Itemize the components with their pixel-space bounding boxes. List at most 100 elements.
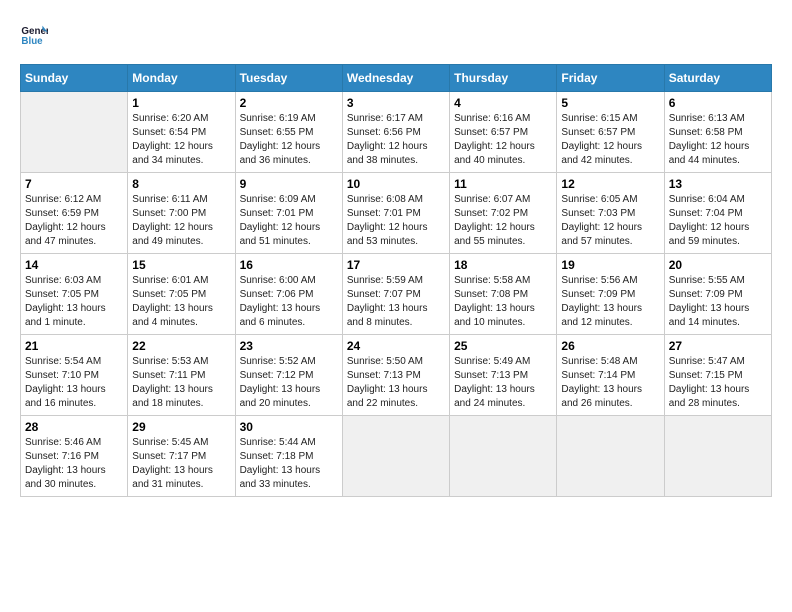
day-number: 9 — [240, 177, 338, 191]
day-info: Sunrise: 5:44 AM Sunset: 7:18 PM Dayligh… — [240, 436, 338, 492]
calendar-cell — [450, 416, 557, 497]
day-number: 21 — [25, 339, 123, 353]
day-info: Sunrise: 5:48 AM Sunset: 7:14 PM Dayligh… — [561, 355, 659, 411]
day-number: 3 — [347, 96, 445, 110]
svg-text:Blue: Blue — [21, 36, 43, 47]
calendar-cell: 5 Sunrise: 6:15 AM Sunset: 6:57 PM Daylig… — [557, 92, 664, 173]
week-row-1: 1 Sunrise: 6:20 AM Sunset: 6:54 PM Daylig… — [21, 92, 772, 173]
day-info: Sunrise: 6:15 AM Sunset: 6:57 PM Dayligh… — [561, 112, 659, 168]
day-info: Sunrise: 6:04 AM Sunset: 7:04 PM Dayligh… — [669, 193, 767, 249]
day-number: 8 — [132, 177, 230, 191]
day-number: 28 — [25, 420, 123, 434]
day-info: Sunrise: 5:58 AM Sunset: 7:08 PM Dayligh… — [454, 274, 552, 330]
week-row-3: 14 Sunrise: 6:03 AM Sunset: 7:05 PM Dayli… — [21, 254, 772, 335]
day-number: 1 — [132, 96, 230, 110]
calendar-cell: 1 Sunrise: 6:20 AM Sunset: 6:54 PM Daylig… — [128, 92, 235, 173]
day-number: 6 — [669, 96, 767, 110]
calendar-cell — [557, 416, 664, 497]
day-number: 4 — [454, 96, 552, 110]
logo-icon: General Blue — [20, 20, 48, 48]
day-number: 17 — [347, 258, 445, 272]
calendar-cell: 27 Sunrise: 5:47 AM Sunset: 7:15 PM Dayli… — [664, 335, 771, 416]
calendar-cell: 6Sunrise: 6:13 AM Sunset: 6:58 PM Daylig… — [664, 92, 771, 173]
day-info: Sunrise: 6:01 AM Sunset: 7:05 PM Dayligh… — [132, 274, 230, 330]
calendar-cell — [664, 416, 771, 497]
day-info: Sunrise: 5:47 AM Sunset: 7:15 PM Dayligh… — [669, 355, 767, 411]
calendar-body: 1 Sunrise: 6:20 AM Sunset: 6:54 PM Daylig… — [21, 92, 772, 497]
day-info: Sunrise: 6:08 AM Sunset: 7:01 PM Dayligh… — [347, 193, 445, 249]
day-number: 23 — [240, 339, 338, 353]
day-info: Sunrise: 6:03 AM Sunset: 7:05 PM Dayligh… — [25, 274, 123, 330]
calendar-cell: 12Sunrise: 6:05 AM Sunset: 7:03 PM Dayli… — [557, 173, 664, 254]
week-row-4: 21Sunrise: 5:54 AM Sunset: 7:10 PM Dayli… — [21, 335, 772, 416]
calendar-cell: 10Sunrise: 6:08 AM Sunset: 7:01 PM Dayli… — [342, 173, 449, 254]
calendar-cell: 8 Sunrise: 6:11 AM Sunset: 7:00 PM Daylig… — [128, 173, 235, 254]
day-info: Sunrise: 6:19 AM Sunset: 6:55 PM Dayligh… — [240, 112, 338, 168]
calendar-table: SundayMondayTuesdayWednesdayThursdayFrid… — [20, 64, 772, 497]
header-cell-friday: Friday — [557, 65, 664, 92]
day-info: Sunrise: 6:11 AM Sunset: 7:00 PM Dayligh… — [132, 193, 230, 249]
day-info: Sunrise: 5:53 AM Sunset: 7:11 PM Dayligh… — [132, 355, 230, 411]
calendar-cell: 16 Sunrise: 6:00 AM Sunset: 7:06 PM Dayli… — [235, 254, 342, 335]
calendar-cell: 7 Sunrise: 6:12 AM Sunset: 6:59 PM Daylig… — [21, 173, 128, 254]
day-info: Sunrise: 6:07 AM Sunset: 7:02 PM Dayligh… — [454, 193, 552, 249]
header-cell-monday: Monday — [128, 65, 235, 92]
day-info: Sunrise: 5:56 AM Sunset: 7:09 PM Dayligh… — [561, 274, 659, 330]
calendar-cell: 21Sunrise: 5:54 AM Sunset: 7:10 PM Dayli… — [21, 335, 128, 416]
day-number: 16 — [240, 258, 338, 272]
day-info: Sunrise: 5:49 AM Sunset: 7:13 PM Dayligh… — [454, 355, 552, 411]
day-info: Sunrise: 6:20 AM Sunset: 6:54 PM Dayligh… — [132, 112, 230, 168]
day-number: 19 — [561, 258, 659, 272]
calendar-cell: 24Sunrise: 5:50 AM Sunset: 7:13 PM Dayli… — [342, 335, 449, 416]
day-number: 11 — [454, 177, 552, 191]
header-cell-sunday: Sunday — [21, 65, 128, 92]
day-number: 24 — [347, 339, 445, 353]
day-info: Sunrise: 6:00 AM Sunset: 7:06 PM Dayligh… — [240, 274, 338, 330]
calendar-cell: 18 Sunrise: 5:58 AM Sunset: 7:08 PM Dayli… — [450, 254, 557, 335]
page-header: General Blue — [20, 20, 772, 48]
calendar-cell: 14 Sunrise: 6:03 AM Sunset: 7:05 PM Dayli… — [21, 254, 128, 335]
day-number: 27 — [669, 339, 767, 353]
day-number: 14 — [25, 258, 123, 272]
day-number: 29 — [132, 420, 230, 434]
calendar-cell: 3 Sunrise: 6:17 AM Sunset: 6:56 PM Daylig… — [342, 92, 449, 173]
calendar-cell: 15 Sunrise: 6:01 AM Sunset: 7:05 PM Dayli… — [128, 254, 235, 335]
day-info: Sunrise: 6:16 AM Sunset: 6:57 PM Dayligh… — [454, 112, 552, 168]
day-info: Sunrise: 6:12 AM Sunset: 6:59 PM Dayligh… — [25, 193, 123, 249]
day-number: 20 — [669, 258, 767, 272]
calendar-cell: 29 Sunrise: 5:45 AM Sunset: 7:17 PM Dayli… — [128, 416, 235, 497]
day-info: Sunrise: 6:09 AM Sunset: 7:01 PM Dayligh… — [240, 193, 338, 249]
day-number: 5 — [561, 96, 659, 110]
header-cell-tuesday: Tuesday — [235, 65, 342, 92]
calendar-cell: 2 Sunrise: 6:19 AM Sunset: 6:55 PM Daylig… — [235, 92, 342, 173]
calendar-cell — [342, 416, 449, 497]
calendar-cell: 13 Sunrise: 6:04 AM Sunset: 7:04 PM Dayli… — [664, 173, 771, 254]
calendar-cell: 26 Sunrise: 5:48 AM Sunset: 7:14 PM Dayli… — [557, 335, 664, 416]
day-number: 25 — [454, 339, 552, 353]
day-number: 12 — [561, 177, 659, 191]
day-number: 13 — [669, 177, 767, 191]
calendar-cell: 25 Sunrise: 5:49 AM Sunset: 7:13 PM Dayli… — [450, 335, 557, 416]
calendar-cell: 11 Sunrise: 6:07 AM Sunset: 7:02 PM Dayli… — [450, 173, 557, 254]
day-number: 2 — [240, 96, 338, 110]
day-info: Sunrise: 5:59 AM Sunset: 7:07 PM Dayligh… — [347, 274, 445, 330]
day-number: 26 — [561, 339, 659, 353]
day-info: Sunrise: 5:46 AM Sunset: 7:16 PM Dayligh… — [25, 436, 123, 492]
day-number: 18 — [454, 258, 552, 272]
calendar-cell: 4 Sunrise: 6:16 AM Sunset: 6:57 PM Daylig… — [450, 92, 557, 173]
day-number: 15 — [132, 258, 230, 272]
header-cell-thursday: Thursday — [450, 65, 557, 92]
day-number: 30 — [240, 420, 338, 434]
calendar-header: SundayMondayTuesdayWednesdayThursdayFrid… — [21, 65, 772, 92]
calendar-cell: 28 Sunrise: 5:46 AM Sunset: 7:16 PM Dayli… — [21, 416, 128, 497]
calendar-cell: 22Sunrise: 5:53 AM Sunset: 7:11 PM Dayli… — [128, 335, 235, 416]
day-info: Sunrise: 5:45 AM Sunset: 7:17 PM Dayligh… — [132, 436, 230, 492]
week-row-2: 7 Sunrise: 6:12 AM Sunset: 6:59 PM Daylig… — [21, 173, 772, 254]
day-info: Sunrise: 6:17 AM Sunset: 6:56 PM Dayligh… — [347, 112, 445, 168]
day-info: Sunrise: 5:52 AM Sunset: 7:12 PM Dayligh… — [240, 355, 338, 411]
day-number: 7 — [25, 177, 123, 191]
calendar-cell: 19 Sunrise: 5:56 AM Sunset: 7:09 PM Dayli… — [557, 254, 664, 335]
calendar-cell — [21, 92, 128, 173]
calendar-cell: 9 Sunrise: 6:09 AM Sunset: 7:01 PM Daylig… — [235, 173, 342, 254]
header-cell-wednesday: Wednesday — [342, 65, 449, 92]
